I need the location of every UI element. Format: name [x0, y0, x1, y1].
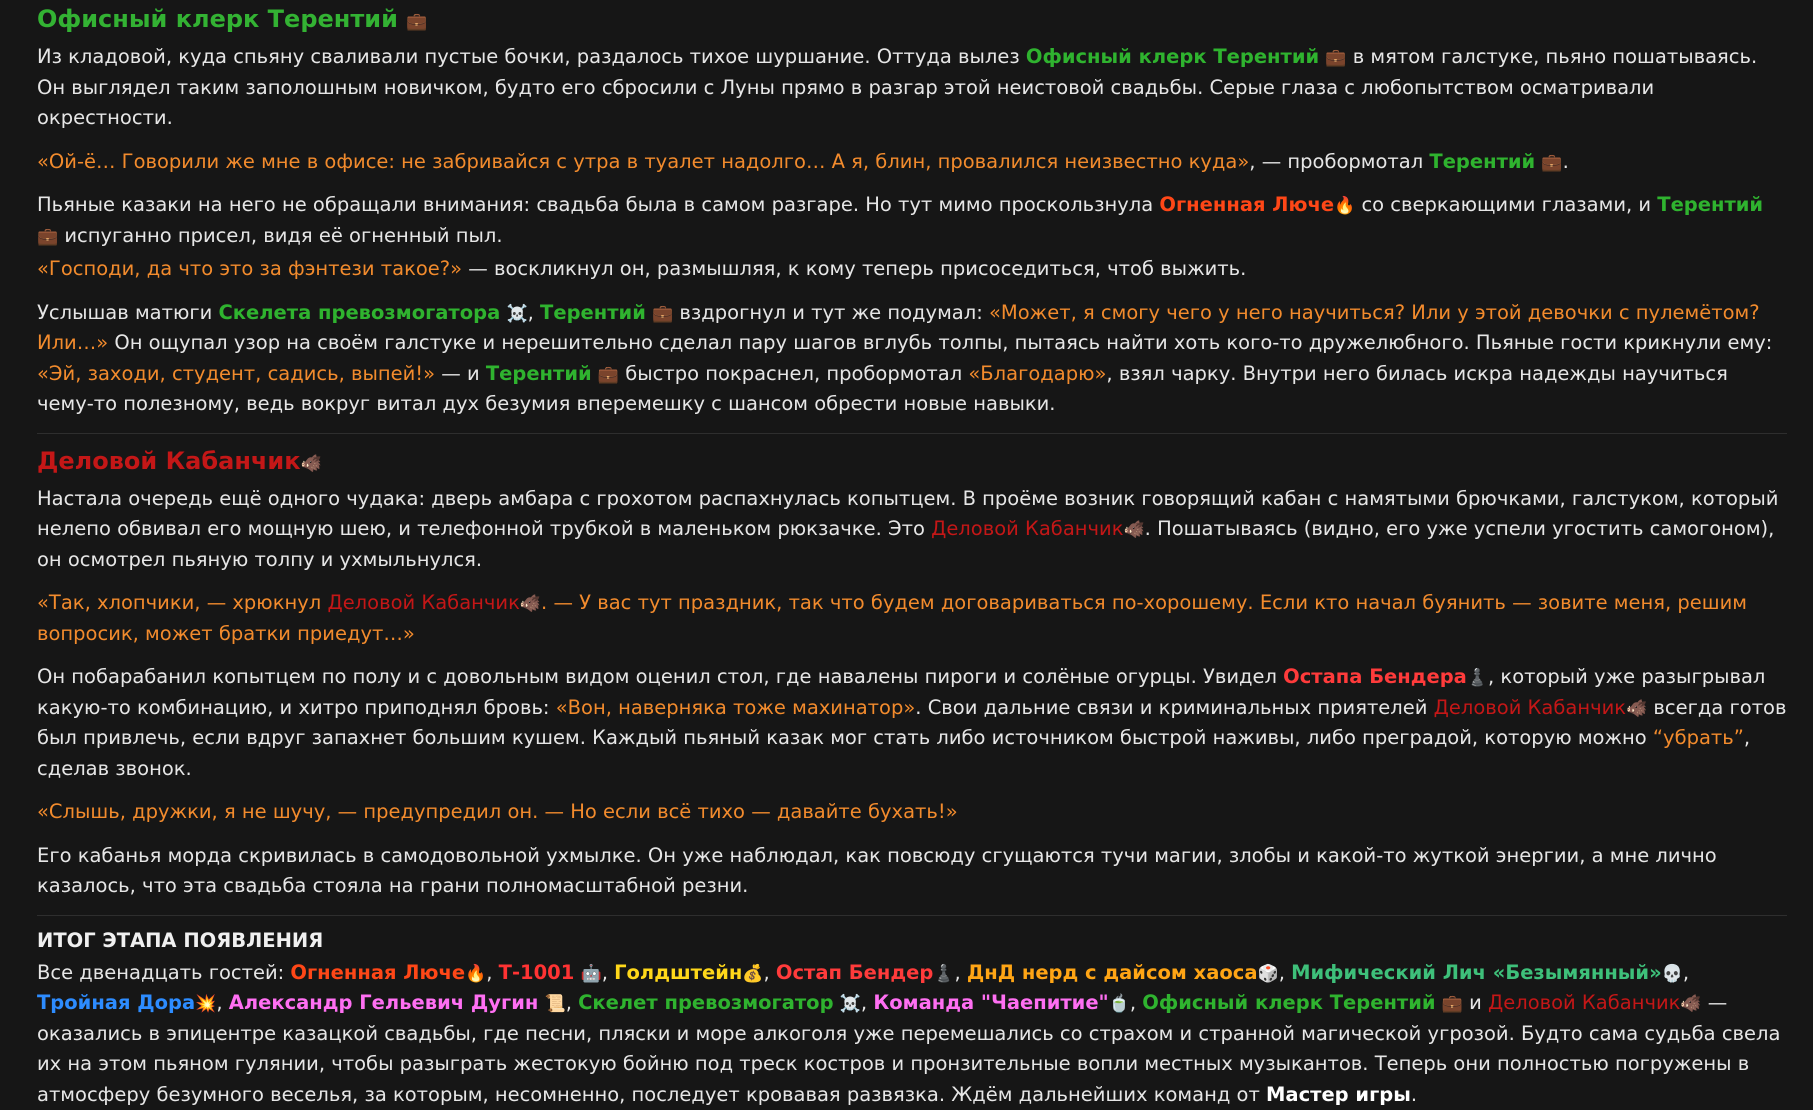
- fire-icon: 🔥: [465, 966, 486, 983]
- chess-pawn-icon: ♟️: [1467, 670, 1488, 687]
- paragraph: Пьяные казаки на него не обращали вниман…: [37, 190, 1787, 251]
- explosion-icon: 💥: [195, 996, 216, 1013]
- briefcase-icon: 💼: [1442, 996, 1463, 1013]
- fire-icon: 🔥: [1334, 198, 1355, 215]
- robot-icon: 🤖: [581, 966, 602, 983]
- tea-icon: 🍵: [1109, 996, 1130, 1013]
- scroll-icon: 📜: [545, 996, 566, 1013]
- die-icon: 🎲: [1258, 966, 1279, 983]
- paragraph: «Ой-ё… Говорили же мне в офисе: не забри…: [37, 147, 1787, 178]
- briefcase-icon: 💼: [652, 306, 673, 323]
- section-title-kabanchik: Деловой Кабанчик🐗: [37, 444, 1787, 478]
- briefcase-icon: 💼: [37, 229, 58, 246]
- briefcase-icon: 💼: [406, 14, 427, 31]
- paragraph: Его кабанья морда скривилась в самодовол…: [37, 841, 1787, 902]
- boar-icon: 🐗: [1680, 996, 1701, 1013]
- divider: [37, 433, 1787, 434]
- briefcase-icon: 💼: [598, 367, 619, 384]
- paragraph: «Слышь, дружки, я не шучу, — предупредил…: [37, 797, 1787, 828]
- skull-crossbones-icon: ☠️: [506, 306, 527, 323]
- chat-message: Офисный клерк Терентий 💼 Из кладовой, ку…: [0, 0, 1813, 1062]
- paragraph: Настала очередь ещё одного чудака: дверь…: [37, 484, 1787, 576]
- summary-paragraph: Все двенадцать гостей: Огненная Люче🔥, Т…: [37, 958, 1787, 1110]
- briefcase-icon: 💼: [1541, 155, 1562, 172]
- money-bag-icon: 💰: [742, 966, 763, 983]
- skull-crossbones-icon: ☠️: [840, 996, 861, 1013]
- summary-heading: ИТОГ ЭТАПА ПОЯВЛЕНИЯ: [37, 926, 1787, 956]
- paragraph: Услышав матюги Скелета превозмогатора ☠️…: [37, 298, 1787, 420]
- divider: [37, 915, 1787, 916]
- boar-icon: 🐗: [301, 456, 322, 473]
- skull-icon: 💀: [1662, 966, 1683, 983]
- section-title-terentiy: Офисный клерк Терентий 💼: [37, 2, 1787, 36]
- boar-icon: 🐗: [520, 596, 541, 613]
- paragraph: Он побарабанил копытцем по полу и с дово…: [37, 662, 1787, 784]
- briefcase-icon: 💼: [1325, 50, 1346, 67]
- boar-icon: 🐗: [1124, 522, 1145, 539]
- boar-icon: 🐗: [1626, 701, 1647, 718]
- paragraph: «Так, хлопчики, — хрюкнул Деловой Кабанч…: [37, 588, 1787, 649]
- paragraph: «Господи, да что это за фэнтези такое?» …: [37, 254, 1787, 285]
- chess-pawn-icon: ♟️: [933, 966, 954, 983]
- paragraph: Из кладовой, куда спьяну сваливали пусты…: [37, 42, 1787, 134]
